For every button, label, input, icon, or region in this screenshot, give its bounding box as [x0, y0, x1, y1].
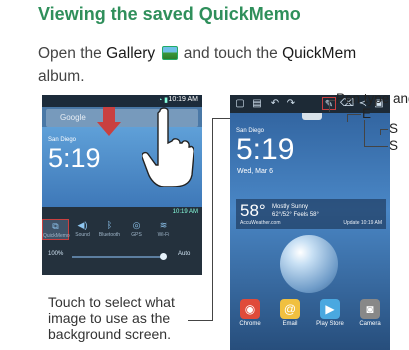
status-bar[interactable]: ◔ ▮ 10:19 AM — [42, 95, 202, 107]
email-icon: @ — [280, 299, 300, 319]
section-heading: Viewing the saved QuickMemo — [38, 4, 301, 24]
weather-widget[interactable]: 58° Mostly Sunny 62°/52° Feels 58° AccuW… — [236, 199, 386, 229]
tile-label: Wi-Fi — [157, 232, 170, 238]
callout-line-share — [364, 120, 365, 146]
weather-updated: Update 10:19 AM — [343, 220, 382, 226]
condition-detail: 62°/52° Feels 58° — [272, 212, 319, 218]
clock-widget: 5:19 — [236, 133, 295, 166]
callout-share: S — [389, 138, 399, 153]
wifi-icon: ≋ — [159, 220, 168, 230]
quickmemo-icon: ⧉ — [52, 221, 59, 231]
tile-gps[interactable]: ◎ GPS — [123, 219, 150, 240]
left-phone-screenshot: ◔ ▮ 10:19 AM Google San Diego 5:19 10:19… — [42, 95, 202, 275]
panel-status: 10:19 AM — [172, 209, 198, 215]
app-email[interactable]: @ Email — [273, 299, 307, 327]
gallery-label: Gallery — [106, 45, 156, 62]
weather-condition: Mostly Sunny 62°/52° Feels 58° — [272, 203, 319, 219]
water-drop-wallpaper — [280, 235, 338, 293]
app-play-store[interactable]: ▶ Play Store — [313, 299, 347, 327]
app-dock: ◉ Chrome @ Email ▶ Play Store ◙ Camera — [230, 299, 390, 327]
condition-text: Mostly Sunny — [272, 204, 309, 210]
undo-icon[interactable]: ↶ — [268, 97, 282, 110]
right-phone-screenshot: ▢ ▤ ↶ ↷ ✎ ⌫ ≺ ▣ San Diego 5:19 Wed, Mar … — [230, 95, 390, 350]
background-select-icon[interactable]: ▢ — [233, 97, 247, 110]
caption-line: Touch to select what — [48, 294, 175, 310]
callout-line-pen — [329, 100, 330, 112]
down-arrow-head-icon — [97, 122, 121, 136]
callout-eraser: E — [362, 106, 372, 121]
callout-line-eraser — [347, 114, 361, 115]
gps-icon: ◎ — [132, 220, 141, 230]
quick-settings-tiles: ⧉ QuickMemo ◀) Sound ᛒ Bluetooth ◎ GPS ≋… — [42, 219, 202, 240]
app-label: Email — [282, 321, 298, 327]
play-store-icon: ▶ — [320, 299, 340, 319]
left-caption: Touch to select what image to use as the… — [48, 294, 175, 342]
app-label: Chrome — [239, 321, 261, 327]
camera-icon: ◙ — [360, 299, 380, 319]
tile-label: QuickMemo — [43, 233, 70, 239]
brightness-slider[interactable] — [72, 256, 166, 258]
callout-save: S — [389, 121, 399, 136]
app-label: Play Store — [316, 321, 344, 327]
caption-line: image to use as the — [48, 310, 171, 326]
redo-icon[interactable]: ↷ — [284, 97, 298, 110]
callout-line-pen — [329, 100, 335, 101]
instruction-part1: Open the — [38, 45, 107, 62]
bluetooth-icon: ᛒ — [106, 220, 113, 230]
down-arrow-icon — [103, 107, 115, 123]
brightness-slider-knob[interactable] — [160, 253, 167, 260]
instruction-part2: and touch the — [179, 45, 283, 62]
callout-line-share — [364, 146, 388, 147]
brightness-value: 100% — [48, 251, 64, 257]
instruction-line2: album. — [38, 68, 85, 85]
chrome-icon: ◉ — [240, 299, 260, 319]
layer-icon[interactable]: ▤ — [250, 97, 264, 110]
clock-widget: 5:19 — [48, 143, 101, 173]
touch-hand-icon — [142, 107, 194, 187]
tile-wifi[interactable]: ≋ Wi-Fi — [150, 219, 177, 240]
tile-quickmemo[interactable]: ⧉ QuickMemo — [42, 219, 70, 240]
sound-icon: ◀) — [77, 220, 88, 230]
toolbar-dropdown-handle[interactable] — [302, 113, 322, 120]
tile-label: Sound — [75, 232, 90, 238]
callout-line-eraser — [347, 114, 348, 122]
tile-label: GPS — [131, 232, 142, 238]
notification-panel: 10:19 AM ⧉ QuickMemo ◀) Sound ᛒ Bluetoot… — [42, 207, 202, 275]
app-chrome[interactable]: ◉ Chrome — [233, 299, 267, 327]
tile-bluetooth[interactable]: ᛒ Bluetooth — [96, 219, 123, 240]
search-text: Google — [60, 113, 86, 122]
auto-brightness[interactable]: Auto — [178, 251, 190, 257]
quickmemo-label: QuickMem — [282, 45, 357, 62]
callout-pen-type: Pen type and C — [336, 91, 409, 106]
connector-line — [188, 320, 212, 321]
app-label: Camera — [359, 321, 381, 327]
connector-line — [212, 118, 232, 119]
instruction-text: Open the Gallery and touch the QuickMem … — [38, 42, 356, 88]
weather-brand: AccuWeather.com — [240, 220, 281, 226]
callout-line-save — [380, 129, 388, 130]
date-label: Wed, Mar 6 — [237, 168, 274, 175]
caption-line: background screen. — [48, 326, 171, 342]
app-camera[interactable]: ◙ Camera — [353, 299, 387, 327]
tile-sound[interactable]: ◀) Sound — [69, 219, 96, 240]
gallery-icon — [161, 46, 178, 60]
temperature: 58° — [240, 201, 266, 220]
brightness-control: 100% Auto — [48, 251, 196, 263]
connector-line — [212, 118, 213, 321]
status-time: 10:19 AM — [168, 96, 198, 103]
wifi-status-icon: ◔ ▮ — [157, 97, 168, 104]
tile-label: Bluetooth — [98, 232, 121, 238]
